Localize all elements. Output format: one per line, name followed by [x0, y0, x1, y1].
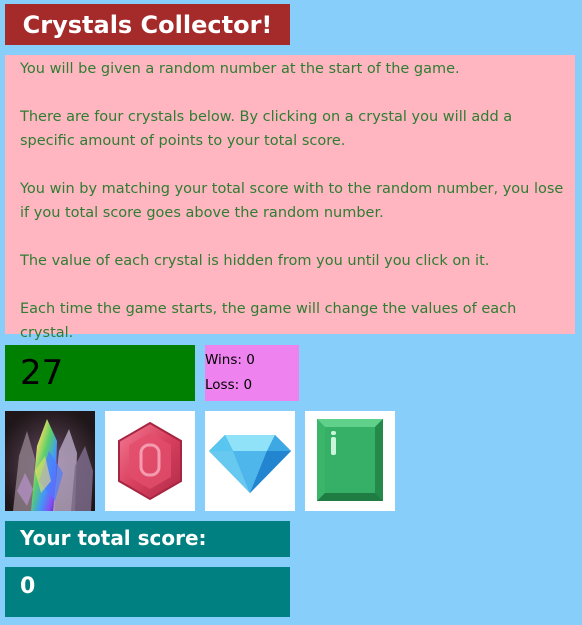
total-score-label: Your total score:	[5, 521, 290, 557]
instruction-text: There are four crystals below. By clicki…	[20, 109, 513, 149]
wins-count: Wins: 0	[205, 352, 255, 368]
instruction-text: The value of each crystal is hidden from…	[20, 253, 490, 269]
crystal-button-3[interactable]	[205, 411, 295, 511]
instructions-panel: You will be given a random number at the…	[5, 55, 575, 341]
crystal-button-2[interactable]	[105, 411, 195, 511]
instruction-text: You win by matching your total score wit…	[20, 181, 564, 221]
losses-count: Loss: 0	[205, 377, 253, 393]
total-score-value: 0	[5, 567, 290, 617]
instruction-text: You will be given a random number at the…	[20, 61, 460, 77]
stats-panel: Wins: 0 Loss: 0	[205, 345, 299, 401]
blue-diamond-icon	[209, 435, 291, 493]
game-title: Crystals Collector!	[5, 4, 290, 45]
random-number-display: 27	[5, 345, 195, 401]
green-rectangle-gem-icon	[317, 419, 383, 501]
crystal-button-4[interactable]	[305, 411, 395, 511]
instruction-text: Each time the game starts, the game will…	[20, 301, 517, 341]
red-hexagon-gem-icon	[118, 421, 182, 501]
rainbow-crystal-cluster-icon	[5, 411, 95, 511]
crystal-button-1[interactable]	[5, 411, 95, 511]
